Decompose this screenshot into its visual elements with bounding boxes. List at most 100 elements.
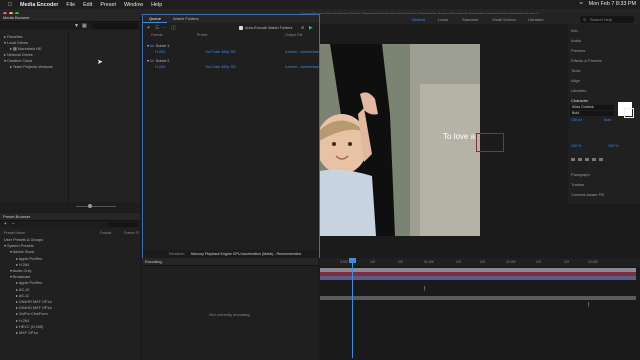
font-family-select[interactable]: Alida Grotesk — [570, 105, 614, 110]
workspace-libraries[interactable]: Libraries — [528, 17, 543, 22]
tree-team-projects[interactable]: ▸ Team Projects Versions — [4, 64, 53, 70]
timeline-clip[interactable] — [320, 276, 636, 280]
menu-app[interactable]: Media Encoder — [20, 2, 58, 8]
font-size-field[interactable]: 130 px — [571, 118, 582, 122]
ruler-tick: 02:00f — [506, 260, 516, 264]
panel-info[interactable]: Info — [571, 28, 578, 33]
col-output[interactable]: Output File — [285, 33, 303, 37]
thumbnail-size-slider[interactable] — [76, 206, 116, 207]
start-queue-icon[interactable]: ▶ — [309, 25, 313, 31]
col-frame-size[interactable]: Frame Si — [124, 231, 139, 235]
queue-preset[interactable]: YouTube 480p SD — [205, 65, 236, 69]
workspace-standard[interactable]: Standard — [462, 17, 478, 22]
font-style-select[interactable]: Bold — [570, 111, 614, 116]
properties-panel: Info Audio Preview Effects & Presets Too… — [568, 24, 640, 204]
wifi-icon[interactable]: ≈ — [580, 1, 583, 7]
all-caps-icon[interactable] — [585, 158, 589, 161]
keyframe-icon[interactable]: ⌈ — [424, 286, 426, 292]
small-caps-icon[interactable] — [592, 158, 596, 161]
panel-align[interactable]: Align — [571, 78, 580, 83]
preview-overlay-text: To love a — [443, 132, 476, 141]
renderer-select[interactable]: Mercury Playback Engine GPU Acceleration… — [191, 252, 301, 256]
encoding-title: Encoding — [142, 258, 318, 266]
filter-icon[interactable]: ▼ — [74, 23, 79, 29]
keyframe-icon[interactable]: ⌈ — [588, 302, 590, 308]
queue-item-header[interactable]: ▾ Ae Scene 2 — [147, 58, 169, 63]
font-family-value: Alida Grotesk — [572, 105, 594, 109]
menu-help[interactable]: Help — [151, 2, 162, 8]
workspace-default[interactable]: Default — [412, 17, 425, 22]
text-bounding-box[interactable] — [476, 133, 504, 152]
menubar-clock[interactable]: Mon Feb 7 8:33 PM — [589, 1, 636, 7]
preset-columns: Preset Name Format Frame Si — [4, 231, 140, 235]
preset-browser-panel: Preset Browser + − Preset Name Format Fr… — [0, 213, 140, 360]
col-preset[interactable]: Preset — [197, 33, 207, 37]
superscript-icon[interactable] — [599, 158, 603, 161]
media-search-input[interactable] — [92, 23, 138, 29]
preset-tree: User Presets & Groups ▾ System Presets ▾… — [4, 237, 52, 336]
renderer-label: Renderer: — [169, 252, 185, 256]
menubar:  Media Encoder File Edit Preset Window … — [0, 0, 640, 9]
menu-preset[interactable]: Preset — [100, 2, 116, 8]
tab-queue[interactable]: Queue — [143, 15, 168, 23]
leading-field[interactable]: Auto — [604, 118, 611, 122]
workspace-small-screen[interactable]: Small Screen — [492, 17, 516, 22]
panel-content-aware-fill[interactable]: Content-Aware Fill — [571, 192, 604, 197]
menu-file[interactable]: File — [66, 2, 75, 8]
faux-italic-icon[interactable] — [578, 158, 582, 161]
queue-item-header[interactable]: ▾ Ae Scene 1 — [147, 43, 169, 48]
slider-thumb[interactable] — [88, 204, 92, 208]
remove-icon[interactable]: − — [163, 25, 166, 31]
col-format[interactable]: Format — [151, 33, 162, 37]
queue-format[interactable]: H.264 — [155, 65, 165, 69]
apple-icon[interactable]:  — [8, 2, 12, 8]
vertical-scale-field[interactable]: 100 % — [571, 144, 581, 148]
timeline-clip[interactable] — [320, 296, 636, 300]
add-preset-icon[interactable]: + — [4, 221, 7, 227]
tab-watch-folders[interactable]: Watch Folders — [167, 15, 205, 23]
panel-paragraph[interactable]: Paragraph — [571, 172, 590, 177]
faux-bold-icon[interactable] — [571, 158, 575, 161]
queue-format[interactable]: H.264 — [155, 50, 165, 54]
panel-tracker[interactable]: Tracker — [571, 182, 584, 187]
workspace-learn[interactable]: Learn — [438, 17, 448, 22]
stop-icon[interactable]: ■ — [301, 25, 304, 31]
view-icon[interactable]: ▦ — [82, 23, 87, 29]
queue-output[interactable]: /Users/.../sceneName — [285, 65, 322, 69]
playhead-handle[interactable] — [349, 258, 356, 263]
ruler-tick: 10f — [370, 260, 375, 264]
stroke-color-swatch[interactable] — [624, 108, 634, 118]
ruler-tick: 03:00f — [588, 260, 598, 264]
timeline-ruler[interactable]: 0:00f 10f 20f 01:00f 10f 20f 02:00f 10f … — [320, 258, 640, 266]
remove-preset-icon[interactable]: − — [12, 221, 15, 227]
preset-search-input[interactable] — [108, 222, 138, 227]
program-monitor[interactable]: To love a — [320, 44, 480, 236]
auto-encode-checkbox[interactable] — [239, 26, 243, 30]
menu-window[interactable]: Window — [124, 2, 143, 8]
queue-output[interactable]: /Users/.../sceneName — [285, 50, 322, 54]
media-browser-divider — [68, 32, 69, 202]
panel-libraries[interactable]: Libraries — [571, 88, 586, 93]
preset-browser-title: Preset Browser — [0, 213, 140, 221]
ruler-tick: 20f — [564, 260, 569, 264]
panel-character[interactable]: Character — [571, 98, 589, 103]
col-preset-name[interactable]: Preset Name — [4, 231, 25, 235]
timeline-panel: 0:00f 10f 20f 01:00f 10f 20f 02:00f 10f … — [320, 258, 640, 360]
playhead[interactable] — [352, 258, 353, 358]
panel-effects-presets[interactable]: Effects & Presets — [571, 58, 602, 63]
panel-tools[interactable]: Tools — [571, 68, 580, 73]
search-icon: ⚲ — [583, 16, 586, 22]
panel-preview[interactable]: Preview — [571, 48, 585, 53]
horizontal-scale-field[interactable]: 100 % — [608, 144, 618, 148]
add-source-icon[interactable]: + — [147, 25, 150, 31]
col-format[interactable]: Format — [100, 231, 111, 235]
menu-edit[interactable]: Edit — [83, 2, 92, 8]
panel-audio[interactable]: Audio — [571, 38, 581, 43]
preset-item[interactable]: ▸ MXF OP1a — [4, 330, 52, 336]
queue-preset[interactable]: YouTube 480p SD — [205, 50, 236, 54]
help-search[interactable]: ⚲ Search Help — [580, 15, 634, 23]
ruler-tick: 01:00f — [424, 260, 434, 264]
duplicate-icon[interactable]: ◫ — [171, 25, 176, 31]
preset-settings-icon[interactable]: ☰ — [155, 25, 159, 31]
queue-columns: Format Preset Output File — [143, 33, 319, 39]
